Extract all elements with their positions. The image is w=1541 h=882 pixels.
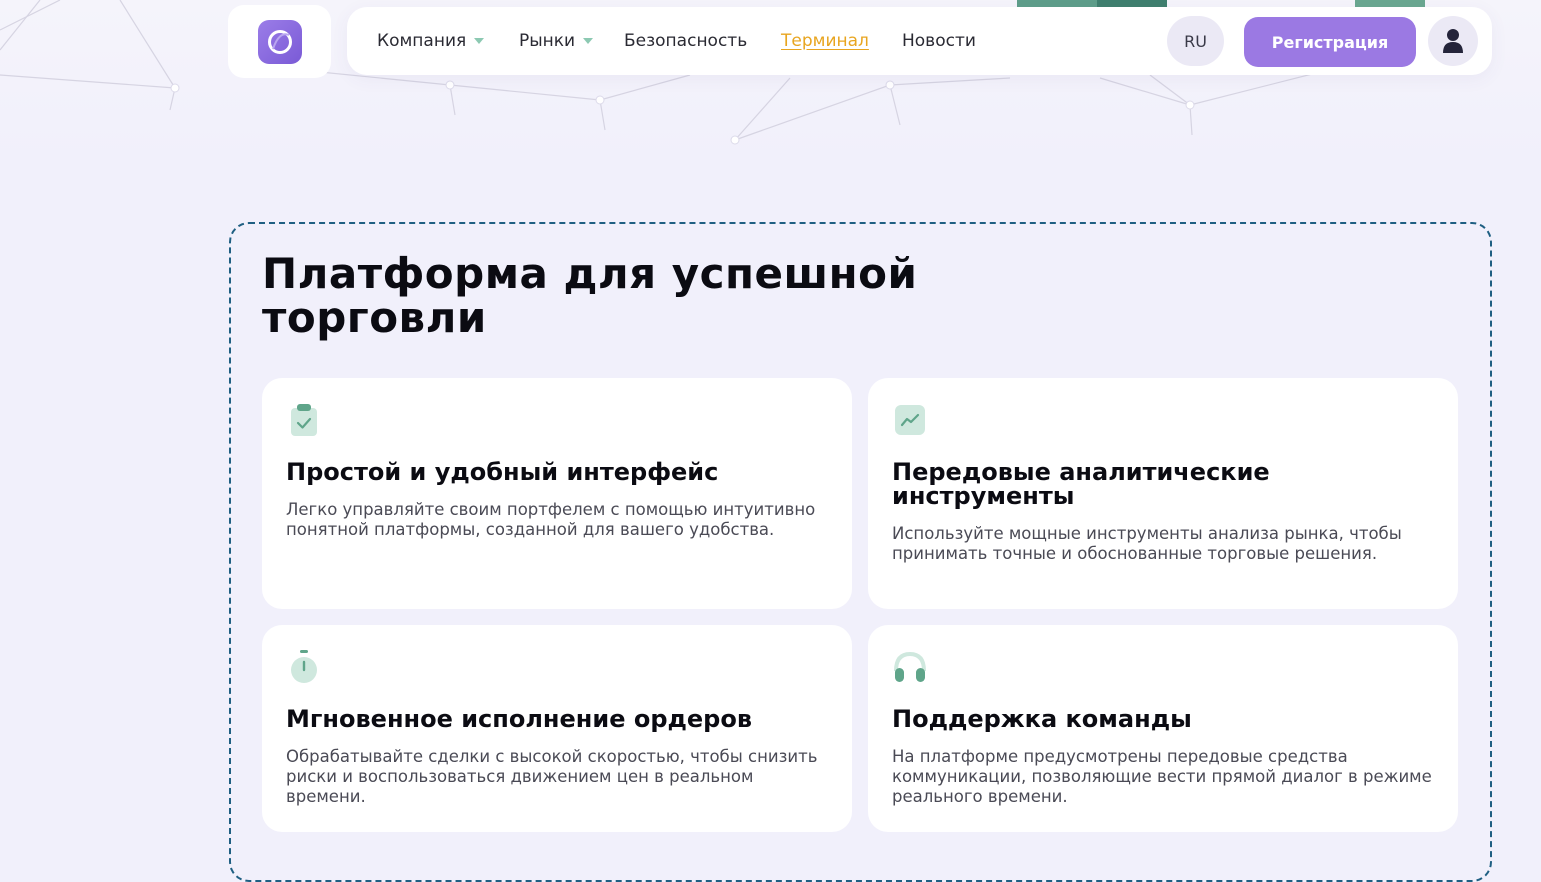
headphones-icon bbox=[894, 651, 926, 682]
logo-button[interactable] bbox=[228, 5, 331, 78]
chevron-down-icon bbox=[583, 38, 594, 44]
nav-item-label: Безопасность bbox=[624, 31, 748, 51]
user-account-button[interactable] bbox=[1428, 16, 1478, 66]
register-button[interactable]: Регистрация bbox=[1244, 17, 1416, 67]
card-title: Простой и удобный интерфейс bbox=[286, 458, 719, 486]
user-icon bbox=[1443, 29, 1463, 53]
feature-card-analytics: Передовые аналитические инструменты Испо… bbox=[868, 378, 1458, 609]
ring-logo-icon bbox=[257, 19, 302, 64]
card-text: На платформе предусмотрены передовые сре… bbox=[892, 747, 1432, 806]
top-navbar: Компания Рынки Безопасность Терминал Нов… bbox=[347, 7, 1492, 75]
chart-line-icon bbox=[895, 405, 925, 435]
nav-item-label: Рынки bbox=[519, 31, 576, 51]
chevron-down-icon bbox=[474, 38, 485, 44]
nav-item-security[interactable]: Безопасность bbox=[624, 7, 747, 75]
language-selector[interactable]: RU bbox=[1167, 16, 1224, 66]
stopwatch-icon bbox=[291, 650, 317, 683]
card-text: Легко управляйте своим портфелем с помощ… bbox=[286, 500, 816, 539]
feature-card-support: Поддержка команды На платформе предусмот… bbox=[868, 625, 1458, 832]
card-text: Обрабатывайте сделки с высокой скоростью… bbox=[286, 747, 818, 806]
nav-item-markets[interactable]: Рынки bbox=[519, 7, 594, 75]
nav-item-label: Новости bbox=[902, 31, 976, 51]
section-title: Платформа для успешной торговли bbox=[262, 249, 918, 342]
nav-item-label: Компания bbox=[377, 31, 467, 51]
card-title: Мгновенное исполнение ордеров bbox=[286, 705, 753, 733]
nav-item-terminal[interactable]: Терминал bbox=[781, 7, 869, 75]
feature-card-execution: Мгновенное исполнение ордеров Обрабатыва… bbox=[262, 625, 852, 832]
nav-item-company[interactable]: Компания bbox=[377, 7, 485, 75]
card-title: Передовые аналитические инструменты bbox=[892, 458, 1270, 510]
nav-item-label: Терминал bbox=[781, 31, 869, 51]
nav-item-news[interactable]: Новости bbox=[902, 7, 976, 75]
card-text: Используйте мощные инструменты анализа р… bbox=[892, 524, 1402, 563]
card-title: Поддержка команды bbox=[892, 705, 1192, 733]
clipboard-check-icon bbox=[291, 404, 317, 436]
feature-card-interface: Простой и удобный интерфейс Легко управл… bbox=[262, 378, 852, 609]
